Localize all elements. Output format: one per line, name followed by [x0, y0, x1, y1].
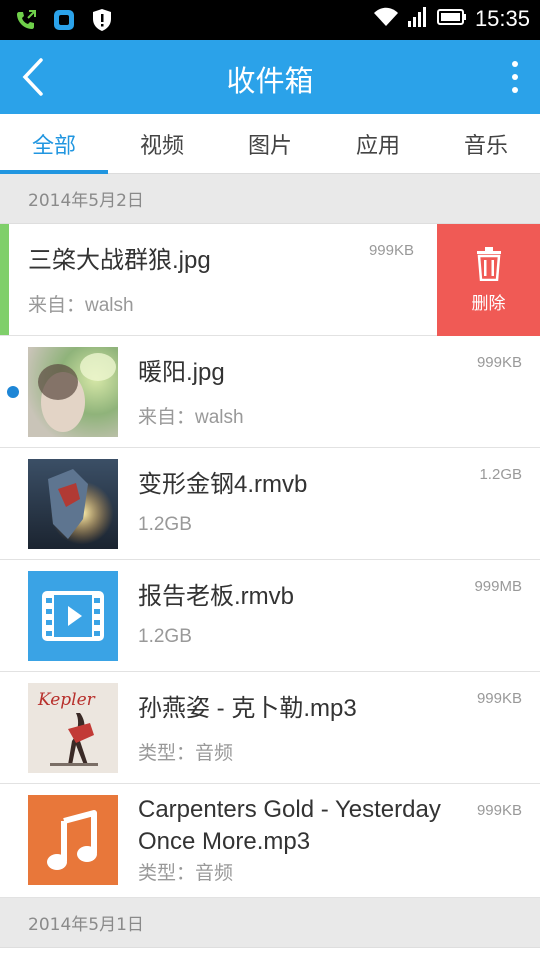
list-item[interactable]: 变形金钢4.rmvb 1.2GB 1.2GB	[0, 448, 540, 560]
svg-text:Kepler: Kepler	[37, 690, 96, 710]
file-name: 三棨大战群狼.jpg	[28, 247, 211, 274]
page-title: 收件箱	[226, 64, 314, 98]
file-type: 类型：音频	[138, 743, 234, 764]
app-notification-icon	[52, 8, 76, 32]
file-sender: 来自：walsh	[138, 407, 244, 428]
status-bar: 15:35	[0, 0, 540, 40]
music-file-icon	[28, 795, 118, 885]
album-cover-thumbnail: Kepler	[28, 683, 118, 773]
list-item[interactable]: 暖阳.jpg 来自：walsh 999KB	[0, 336, 540, 448]
movie-poster-thumbnail	[28, 459, 118, 549]
list-item[interactable]: 报告老板.rmvb 1.2GB 999MB	[0, 560, 540, 672]
more-dot	[512, 74, 518, 80]
date-section-header: 2014年5月1日	[0, 898, 540, 948]
tab-video[interactable]: 视频	[108, 114, 216, 173]
file-name: Carpenters Gold - Yesterday Once More.mp…	[138, 796, 441, 855]
tab-apps[interactable]: 应用	[324, 114, 432, 173]
file-size: 999MB	[474, 578, 522, 595]
list-item[interactable]: Kepler 孙燕姿 - 克卜勒.mp3 类型：音频 999KB	[0, 672, 540, 784]
unread-indicator	[7, 386, 19, 398]
app-bar: 收件箱	[0, 40, 540, 114]
file-size: 1.2GB	[479, 466, 522, 483]
clock: 15:35	[474, 6, 530, 31]
signal-icon	[407, 6, 429, 32]
more-vertical-icon	[512, 61, 518, 67]
file-name: 孙燕姿 - 克卜勒.mp3	[138, 695, 357, 722]
date-section-header: 2014年5月2日	[0, 174, 540, 224]
tab-images[interactable]: 图片	[216, 114, 324, 173]
tab-music[interactable]: 音乐	[432, 114, 540, 173]
file-size: 999KB	[476, 690, 522, 707]
list-item[interactable]: Carpenters Gold - Yesterday Once More.mp…	[0, 784, 540, 898]
file-type: 类型：音频	[138, 863, 234, 884]
video-file-icon	[28, 571, 118, 661]
file-sender: 来自：walsh	[28, 295, 134, 316]
file-name: 变形金钢4.rmvb	[138, 471, 308, 498]
shield-icon	[90, 8, 114, 32]
file-name: 暖阳.jpg	[138, 359, 225, 386]
file-size: 999KB	[476, 354, 522, 371]
file-detail: 1.2GB	[138, 514, 192, 535]
more-dot	[512, 87, 518, 93]
delete-button[interactable]: 删除	[437, 224, 540, 336]
more-options-button[interactable]	[500, 54, 530, 100]
delete-label: 删除	[471, 293, 506, 314]
selection-indicator	[0, 224, 9, 335]
file-name: 报告老板.rmvb	[138, 583, 294, 610]
wifi-icon	[373, 6, 399, 32]
phone-call-icon	[14, 8, 38, 32]
photo-thumbnail	[28, 347, 118, 437]
category-tabs: 全部 视频 图片 应用 音乐	[0, 114, 540, 174]
trash-icon	[476, 246, 501, 281]
file-detail: 1.2GB	[138, 626, 192, 647]
tab-all[interactable]: 全部	[0, 114, 108, 174]
file-size: 999KB	[476, 802, 522, 819]
file-size: 999KB	[368, 242, 414, 259]
list-item[interactable]: 三棨大战群狼.jpg 来自：walsh 999KB 删除	[0, 224, 540, 336]
battery-icon	[436, 8, 467, 30]
